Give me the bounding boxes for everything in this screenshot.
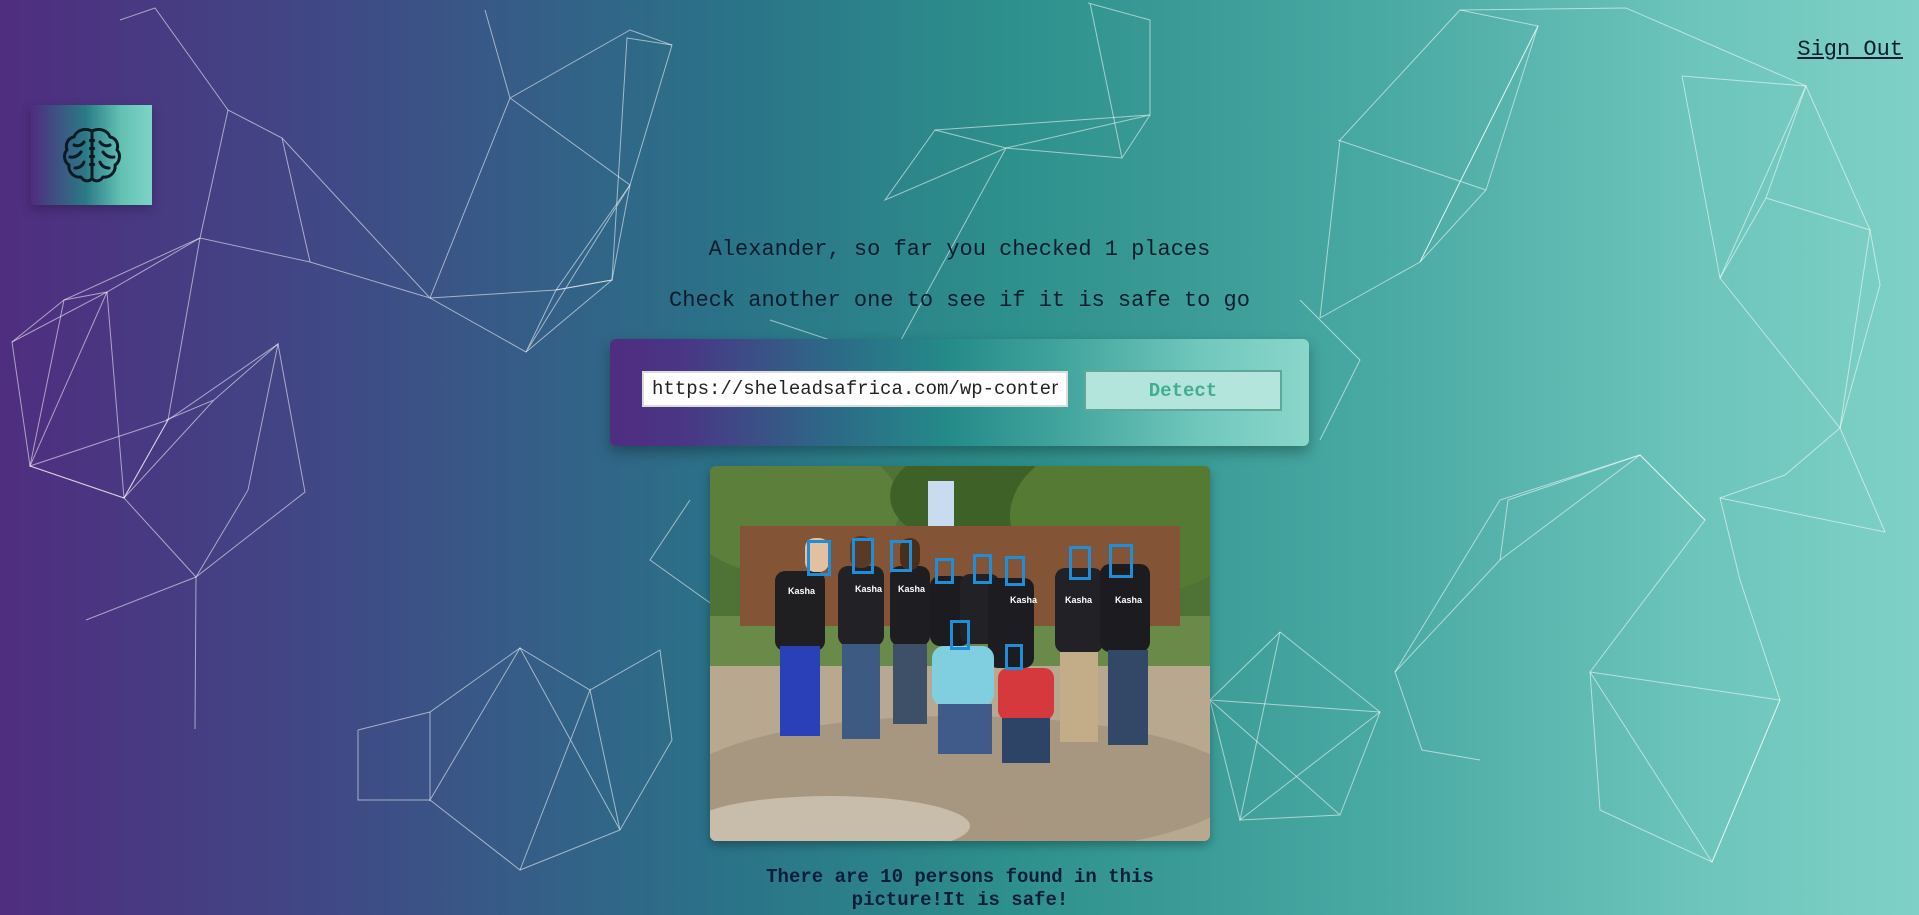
svg-text:Kasha: Kasha (855, 584, 883, 594)
svg-text:Kasha: Kasha (1115, 595, 1143, 605)
face-detection-box (807, 540, 831, 576)
face-detection-box (973, 554, 992, 584)
face-detection-box (1109, 544, 1133, 578)
face-detection-box (852, 538, 874, 574)
url-form: Detect (610, 339, 1309, 446)
svg-text:Kasha: Kasha (1010, 595, 1038, 605)
detect-button[interactable]: Detect (1084, 370, 1282, 411)
image-url-input[interactable] (642, 371, 1068, 407)
analyzed-photo: Kasha Kasha Kasha Kasha Kasha Kasha (710, 466, 1210, 841)
app-logo[interactable] (31, 105, 152, 205)
face-detection-box (935, 558, 954, 584)
face-detection-box (1069, 546, 1091, 580)
svg-text:Kasha: Kasha (1065, 595, 1093, 605)
face-detection-box (890, 540, 912, 572)
svg-text:Kasha: Kasha (788, 586, 816, 596)
face-detection-box (1005, 556, 1025, 586)
group-photo-image: Kasha Kasha Kasha Kasha Kasha Kasha (710, 466, 1210, 841)
face-detection-box (950, 620, 970, 650)
brain-icon (62, 127, 121, 183)
svg-text:Kasha: Kasha (898, 584, 926, 594)
sign-out-link[interactable]: Sign Out (1797, 37, 1903, 62)
instruction-heading: Check another one to see if it is safe t… (669, 288, 1250, 313)
checked-count-heading: Alexander, so far you checked 1 places (708, 237, 1211, 262)
detection-result-text: There are 10 persons found in this pictu… (766, 866, 1154, 911)
face-detection-box (1005, 644, 1023, 670)
